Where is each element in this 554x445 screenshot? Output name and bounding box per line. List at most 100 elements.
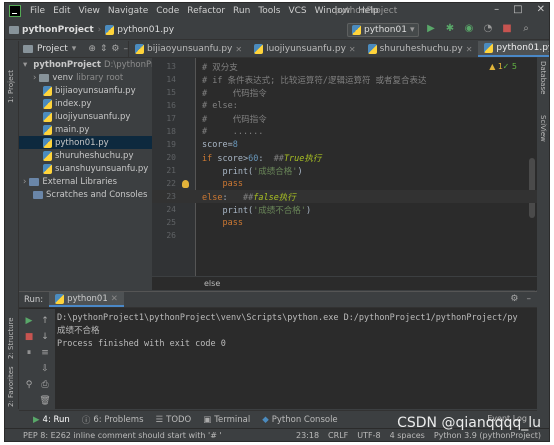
menu-refactor[interactable]: Refactor [183,6,229,16]
chevron-right-icon: › [23,176,27,187]
breadcrumb-file[interactable]: python01.py [101,24,178,35]
tool-run[interactable]: ▶ 4: Run [33,415,70,425]
code-line: 24 print('成绩不合格') [166,205,312,216]
todo-icon: ☰ [155,414,164,425]
menu-edit[interactable]: Edit [49,6,74,16]
tree-file[interactable]: index.py [19,97,152,110]
tab-shuruheshuchu[interactable]: shuruheshuchu.py ✕ [362,41,479,57]
breadcrumb-project[interactable]: pythonProject [5,25,98,35]
window-controls: – □ ✕ [494,4,545,15]
soft-wrap-icon[interactable]: ≡ [39,347,51,359]
python-file-icon [43,124,52,135]
left-tool-strip: 1: Project 2: Structure 2: Favorites [5,41,19,409]
minimize-icon[interactable]: – [494,4,499,15]
console-line: Process finished with exit code 0 [57,339,226,349]
favorites-tool-tab[interactable]: 2: Favorites [7,366,15,407]
tree-root[interactable]: ▾ pythonProject D:\pythonProjec [19,58,152,71]
database-tool-tab[interactable]: Database [539,61,547,94]
caret-position[interactable]: 23:18 [296,431,319,440]
menu-file[interactable]: File [26,6,49,16]
intention-bulb-icon[interactable] [182,179,189,188]
structure-tool-tab[interactable]: 2: Structure [7,317,15,359]
menu-tools[interactable]: Tools [254,6,284,16]
down-arrow-icon[interactable]: ↓ [39,331,51,343]
tool-python-console[interactable]: ◆ Python Console [262,415,337,425]
status-right: 23:18 CRLF UTF-8 4 spaces Python 3.9 (py… [296,431,541,440]
close-tab-icon[interactable]: ✕ [235,45,242,54]
tree-file[interactable]: luojiyunsuanfu.py [19,110,152,123]
run-tab-python01[interactable]: python01 ✕ [49,292,124,307]
tool-terminal[interactable]: ▣ Terminal [203,415,250,425]
close-tab-icon[interactable]: ✕ [466,45,473,54]
hide-icon[interactable]: – [527,294,532,304]
coverage-icon[interactable]: ◉ [463,23,475,34]
menu-run[interactable]: Run [229,6,254,16]
menu-code[interactable]: Code [152,6,183,16]
gear-icon[interactable]: ⚙ [510,294,518,304]
editor-tabs-row: Project ▾ ⊕ ⇕ ⚙ – bijiaoyunsuanfu.py ✕ l… [19,41,549,58]
python-file-icon [352,25,361,35]
tree-scratches[interactable]: Scratches and Consoles [19,188,152,201]
collapse-icon[interactable]: ⇕ [100,44,108,54]
locate-icon[interactable]: ⊕ [88,44,96,54]
file-encoding[interactable]: UTF-8 [357,431,380,440]
code-line: 14 # if 条件表达式; 比较运算符/逻辑运算符 或者复合表达 [166,75,427,86]
delete-icon[interactable]: 🗑 [39,395,51,407]
hide-icon[interactable]: – [124,44,129,54]
interpreter-select[interactable]: Python 3.9 (pythonProject) [434,431,541,440]
toolbar-icons: ▶ ✱ ◉ ◔ ■ ⌕ [425,23,532,34]
stop-icon[interactable]: ■ [501,23,513,34]
tool-problems[interactable]: ⓘ 6: Problems [82,414,144,426]
sciview-tool-tab[interactable]: SciView [539,115,547,142]
scroll-to-end-icon[interactable]: ⇩ [39,363,51,375]
stop-icon[interactable]: ■ [23,331,35,343]
maximize-icon[interactable]: □ [513,4,522,15]
console-output[interactable]: D:\pythonProject1\pythonProject\venv\Scr… [57,312,518,351]
right-tool-strip: Database SciView [535,41,549,409]
pin-icon[interactable]: ⚲ [23,379,35,391]
tool-todo[interactable]: ☰ TODO [156,415,192,425]
profile-icon[interactable]: ◔ [482,23,494,34]
menu-navigate[interactable]: Navigate [104,6,152,16]
project-panel-header[interactable]: Project ▾ ⊕ ⇕ ⚙ – [19,41,129,57]
terminal-icon: ▣ [203,414,212,425]
chevron-down-icon: ▾ [409,25,415,35]
search-icon[interactable]: ⌕ [520,23,532,34]
indent-setting[interactable]: 4 spaces [390,431,425,440]
tree-external-libraries[interactable]: › External Libraries [19,175,152,188]
code-line: 26 [166,231,176,240]
menu-view[interactable]: View [75,6,104,16]
python-file-icon [43,137,52,148]
close-tab-icon[interactable]: ✕ [111,294,118,304]
tab-luojiyunsuanfu[interactable]: luojiyunsuanfu.py ✕ [248,41,362,57]
python-file-icon [43,85,52,96]
run-config-select[interactable]: python01 ▾ [347,23,419,37]
tree-file-selected[interactable]: python01.py [19,136,152,149]
tree-file[interactable]: bijiaoyunsuanfu.py [19,84,152,97]
pause-icon[interactable]: ⏸ [23,347,35,359]
print-icon[interactable]: ⎙ [39,379,51,391]
project-tool-tab[interactable]: 1: Project [7,70,15,103]
scratches-icon [33,190,43,199]
up-arrow-icon[interactable]: ↑ [39,315,51,327]
ide-window: File Edit View Navigate Code Refactor Ru… [4,2,550,442]
debug-icon[interactable]: ✱ [444,23,456,34]
tab-python01[interactable]: python01.py ✕ [478,41,549,57]
tree-file[interactable]: shuruheshuchu.py [19,149,152,162]
code-editor[interactable]: ▲ 1 ✓ 5 13 # 双分支 14 # if 条件表达式; 比较运算符/逻辑运算… [152,58,537,290]
close-tab-icon[interactable]: ✕ [349,45,356,54]
line-separator[interactable]: CRLF [328,431,348,440]
menu-vcs[interactable]: VCS [284,6,310,16]
run-panel-header: Run: python01 ✕ [19,292,537,308]
close-icon[interactable]: ✕ [537,4,545,15]
run-icon[interactable]: ▶ [425,23,437,34]
python-file-icon [43,111,52,122]
rerun-icon[interactable]: ▶ [23,315,35,327]
tree-file[interactable]: main.py [19,123,152,136]
gear-icon[interactable]: ⚙ [111,44,119,54]
tree-file[interactable]: suanshuyunsuanfu.py [19,162,152,175]
code-breadcrumb[interactable]: else [152,276,537,290]
tree-venv[interactable]: › venv library root [19,71,152,84]
tab-bijiaoyunsuanfu[interactable]: bijiaoyunsuanfu.py ✕ [129,41,248,57]
run-icon: ▶ [33,414,40,425]
